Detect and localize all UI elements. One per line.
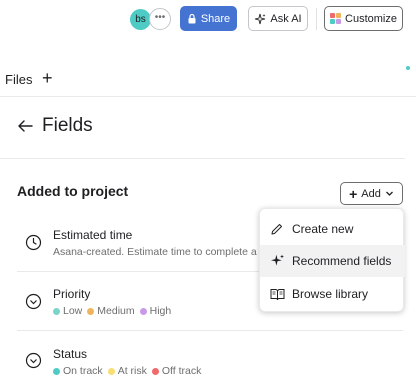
sparkle-icon xyxy=(269,253,285,269)
option-dot xyxy=(53,307,60,315)
ask-ai-button[interactable]: Ask AI xyxy=(248,6,308,31)
option-dot xyxy=(53,367,60,375)
option-high: High xyxy=(139,305,172,317)
menu-item-label: Recommend fields xyxy=(292,254,392,268)
section-title: Added to project xyxy=(17,183,129,199)
header-divider xyxy=(0,158,405,159)
add-field-menu: Create new Recommend fields Browse libra… xyxy=(259,208,405,312)
chevron-circle-icon xyxy=(25,352,42,369)
menu-item-recommend-fields[interactable]: Recommend fields xyxy=(260,245,405,277)
toolbar-divider xyxy=(316,8,317,30)
add-tab-button[interactable]: + xyxy=(42,68,53,88)
sparkle-icon xyxy=(255,13,266,24)
ask-ai-label: Ask AI xyxy=(270,12,302,25)
chevron-circle-icon xyxy=(25,293,42,310)
option-label: Low xyxy=(63,305,83,317)
avatar[interactable]: bs xyxy=(130,9,151,30)
option-label: On track xyxy=(63,365,103,377)
customize-label: Customize xyxy=(345,12,397,25)
add-field-button[interactable]: + Add xyxy=(340,182,403,205)
option-label: At risk xyxy=(117,365,147,377)
files-tab[interactable]: Files xyxy=(5,72,32,87)
option-dot xyxy=(107,367,115,375)
customize-button[interactable]: Customize xyxy=(324,6,403,31)
top-bar: bs ••• Share Ask AI Customize xyxy=(0,0,416,40)
pencil-icon xyxy=(269,221,285,237)
more-members-button[interactable]: ••• xyxy=(149,8,171,30)
option-label: High xyxy=(149,305,172,317)
book-icon xyxy=(269,286,285,302)
notification-dot xyxy=(406,66,410,70)
field-description: Asana-created. Estimate time to complete… xyxy=(53,246,257,258)
add-label: Add xyxy=(361,187,381,200)
option-dot xyxy=(87,307,95,315)
menu-item-label: Create new xyxy=(292,222,354,236)
option-low: Low xyxy=(53,305,82,317)
share-label: Share xyxy=(200,12,231,25)
back-arrow-icon[interactable] xyxy=(15,116,35,136)
option-off-track: Off track xyxy=(151,365,202,377)
menu-item-browse-library[interactable]: Browse library xyxy=(260,278,405,310)
page-title: Fields xyxy=(42,115,93,136)
plus-icon: + xyxy=(349,185,358,202)
field-options: On track At risk Off track xyxy=(53,365,201,377)
field-name: Priority xyxy=(53,287,91,301)
option-label: Medium xyxy=(97,305,135,317)
clock-icon xyxy=(25,234,42,251)
share-button[interactable]: Share xyxy=(180,6,237,31)
field-name: Estimated time xyxy=(53,228,133,242)
tab-divider xyxy=(0,96,416,97)
option-dot xyxy=(151,367,159,375)
lock-icon xyxy=(188,13,196,24)
option-medium: Medium xyxy=(87,305,135,317)
chevron-down-icon xyxy=(385,191,393,196)
option-label: Off track xyxy=(161,365,202,377)
files-tab-row: Files + xyxy=(0,66,416,92)
row-divider xyxy=(17,330,403,331)
option-dot xyxy=(139,307,147,315)
option-at-risk: At risk xyxy=(107,365,147,377)
field-row-status[interactable]: Status On track At risk Off track xyxy=(17,340,403,384)
menu-item-create-new[interactable]: Create new xyxy=(260,213,405,245)
menu-item-label: Browse library xyxy=(292,287,369,301)
field-options: Low Medium High xyxy=(53,305,171,317)
customize-grid-icon xyxy=(330,13,342,24)
option-on-track: On track xyxy=(53,365,103,377)
field-name: Status xyxy=(53,347,88,361)
